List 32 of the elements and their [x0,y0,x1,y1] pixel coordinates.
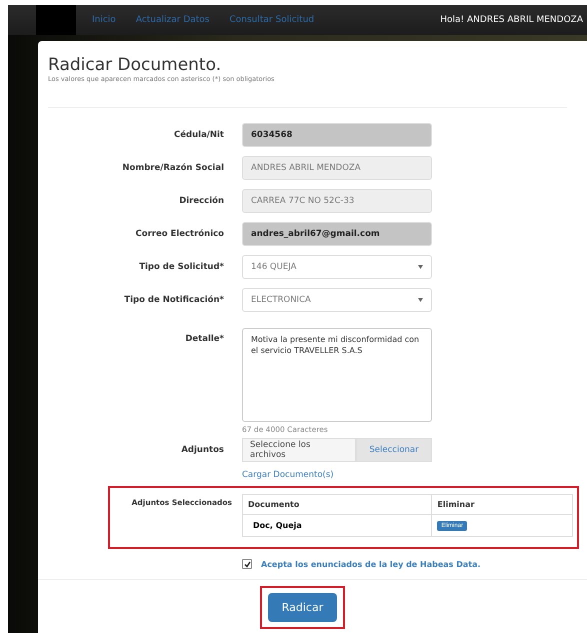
checkbox[interactable] [242,559,252,569]
habeas-data-label: Acepta los enunciados de la ley de Habeas Data. [261,560,481,568]
input-field[interactable]: CARREA 77C NO 52C-33 [242,189,432,213]
input-field[interactable]: ANDRES ABRIL MENDOZA [242,156,432,180]
field-label: Tipo de Solicitud* [139,262,224,272]
caret-icon [418,265,423,269]
field-label: Nombre/Razón Social [122,163,224,173]
nav-link[interactable]: Inicio [92,15,116,25]
logo-block [36,5,76,35]
input-field[interactable]: 6034568 [242,123,432,147]
column-header: Eliminar [432,494,572,514]
field-label: Detalle* [185,334,224,344]
table-cell: Doc, Queja [242,514,432,536]
submit-button[interactable]: Radicar [268,593,338,622]
input-field[interactable]: andres_abril67@gmail.com [242,222,432,246]
column-header: Documento [242,494,432,514]
page-title: Radicar Documento. [48,55,222,75]
upload-link[interactable]: Cargar Documento(s) [242,470,432,480]
field-label: Dirección [179,196,224,206]
nav-link[interactable]: Consultar Solicitud [230,15,314,25]
caret-icon [418,298,423,302]
select-files-button[interactable]: Seleccionar [356,438,432,462]
field-label: Adjuntos [181,445,224,455]
field-label: Correo Electrónico [136,229,224,239]
select-field[interactable]: 146 QUEJA [242,255,432,279]
select-field[interactable]: ELECTRONICA [242,288,432,312]
field-label: Tipo de Notificación* [124,295,224,305]
detail-textarea[interactable]: Motiva la presente mi disconformidad con el servicio TRAVELLER S.A.S [242,328,432,422]
greeting-text: Hola! ANDRES ABRIL MENDOZA [440,15,583,25]
field-label: Cédula/Nit [174,130,224,140]
nav-link[interactable]: Actualizar Datos [136,15,210,25]
file-field[interactable]: Seleccione los archivos [242,438,356,462]
